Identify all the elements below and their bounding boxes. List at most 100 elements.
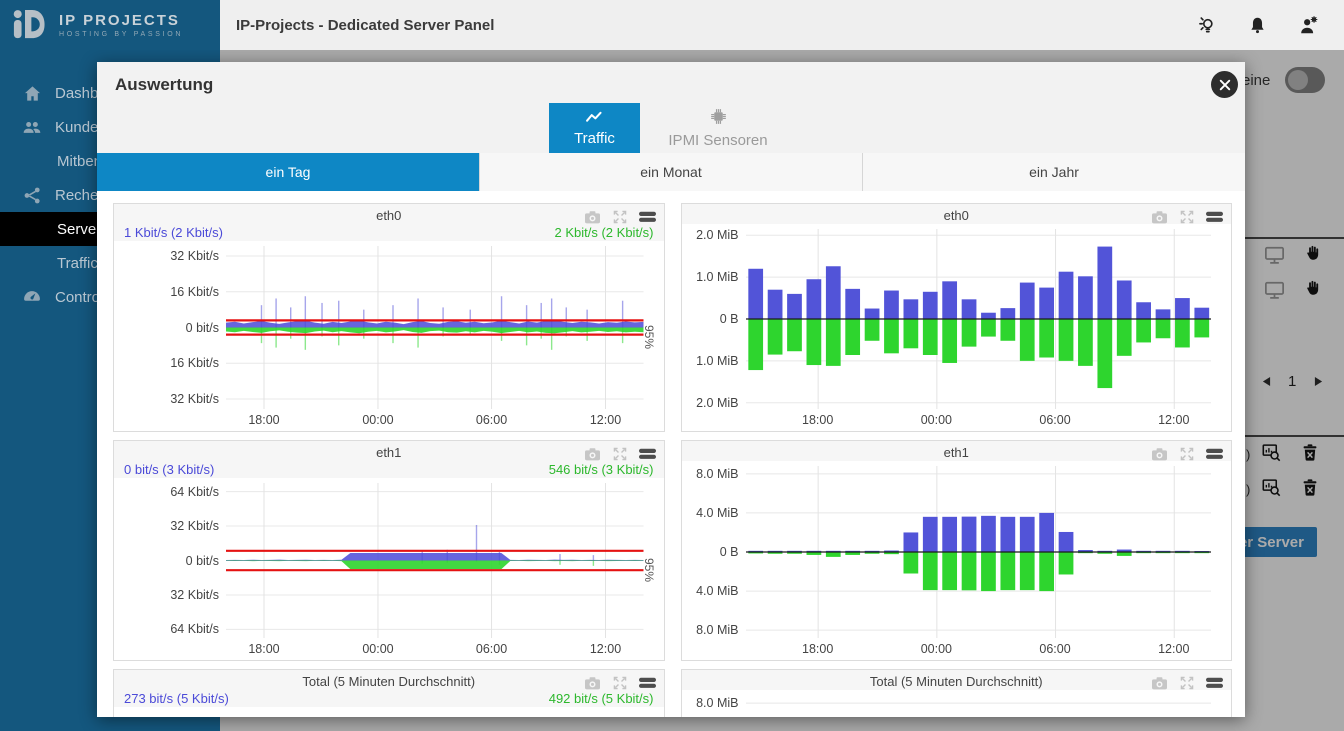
chart-canvas[interactable]: [746, 229, 1212, 409]
chart-menu-icon[interactable]: [639, 448, 656, 460]
chart-header: eth1: [682, 441, 1232, 461]
y-tick-label: 2.0 MiB: [696, 228, 738, 242]
background-toggle-switch[interactable]: [1285, 67, 1325, 93]
chart-menu-icon[interactable]: [1206, 677, 1223, 689]
chart-menu-icon[interactable]: [1206, 448, 1223, 460]
y-tick-label: 32 Kbit/s: [170, 249, 219, 263]
x-tick-label: 06:00: [1039, 642, 1070, 656]
fullscreen-expand-icon[interactable]: [1179, 446, 1195, 462]
x-tick-label: 12:00: [1158, 642, 1189, 656]
x-tick-label: 00:00: [921, 642, 952, 656]
chart-body: 2.0 MiB1.0 MiB0 B1.0 MiB2.0 MiB18:0000:0…: [682, 224, 1232, 431]
chart-canvas[interactable]: [226, 246, 644, 409]
chart-header: eth0: [682, 204, 1232, 224]
pagination-prev-icon[interactable]: [1262, 376, 1271, 387]
chart-toolbar: [1151, 446, 1223, 462]
idea-bulb-icon[interactable]: [1196, 15, 1217, 36]
fullscreen-expand-icon[interactable]: [1179, 675, 1195, 691]
tab-ipmi-sensoren[interactable]: IPMI Sensoren: [640, 103, 796, 153]
line-chart-icon: [585, 110, 604, 127]
fullscreen-expand-icon[interactable]: [612, 675, 628, 691]
share-icon: [22, 186, 42, 205]
outbound-stat: 492 bit/s (5 Kbit/s): [549, 690, 654, 707]
x-tick-label: 18:00: [248, 642, 279, 656]
traffic-analysis-icon[interactable]: [1262, 443, 1281, 462]
fullscreen-expand-icon[interactable]: [1179, 209, 1195, 225]
x-tick-label: 00:00: [921, 413, 952, 427]
y-tick-label: 32 Kbit/s: [170, 392, 219, 406]
chart-title: eth1: [114, 444, 664, 461]
chart-toolbar: [584, 446, 656, 462]
delete-trash-icon[interactable]: [1302, 478, 1318, 496]
snapshot-camera-icon[interactable]: [584, 447, 601, 462]
y-axis-labels: 8.0 MiB4.0 MiB0 B4.0 MiB8.0 MiB: [682, 690, 746, 717]
chart-canvas[interactable]: [746, 466, 1212, 638]
modal-tab-bar: Traffic IPMI Sensoren: [549, 103, 796, 153]
chart-panel-1: eth02.0 MiB1.0 MiB0 B1.0 MiB2.0 MiB18:00…: [681, 203, 1233, 432]
pagination-next-icon[interactable]: [1314, 376, 1323, 387]
x-tick-label: 06:00: [476, 413, 507, 427]
chart-toolbar: [1151, 675, 1223, 691]
plot-wrap: 18:0000:0006:0012:00: [746, 463, 1212, 660]
y-tick-label: 64 Kbit/s: [170, 622, 219, 636]
y-tick-label: 4.0 MiB: [696, 584, 738, 598]
chart-menu-icon[interactable]: [639, 677, 656, 689]
snapshot-camera-icon[interactable]: [584, 676, 601, 691]
chart-header: Total (5 Minuten Durchschnitt)273 bit/s …: [114, 670, 664, 707]
y-tick-label: 32 Kbit/s: [170, 519, 219, 533]
notifications-bell-icon[interactable]: [1247, 15, 1268, 36]
subtab-ein-jahr[interactable]: ein Jahr: [863, 153, 1245, 191]
plot-wrap: [746, 692, 1212, 717]
chart-menu-icon[interactable]: [1206, 211, 1223, 223]
fullscreen-expand-icon[interactable]: [612, 209, 628, 225]
x-tick-label: 18:00: [802, 413, 833, 427]
x-tick-label: 06:00: [1039, 413, 1070, 427]
fullscreen-expand-icon[interactable]: [612, 446, 628, 462]
x-tick-label: 06:00: [476, 642, 507, 656]
gauge-icon: [22, 287, 42, 307]
inbound-stat: 0 bit/s (3 Kbit/s): [124, 461, 214, 478]
plot-wrap: 18:00 00:00 06:00 12:00: [746, 226, 1212, 431]
chart-canvas[interactable]: [226, 712, 644, 717]
logo-subtitle: HOSTING BY PASSION: [59, 31, 183, 38]
pagination-page-number: 1: [1288, 373, 1296, 390]
tab-traffic[interactable]: Traffic: [549, 103, 640, 153]
monitor-icon[interactable]: [1264, 246, 1285, 265]
inbound-stat: 273 bit/s (5 Kbit/s): [124, 690, 229, 707]
chart-title: Total (5 Minuten Durchschnitt): [114, 673, 664, 690]
snapshot-camera-icon[interactable]: [1151, 210, 1168, 225]
chart-title: eth0: [682, 207, 1232, 224]
x-tick-label: 12:00: [1158, 413, 1189, 427]
chart-body: 64 Kbit/s32 Kbit/s0 bit/s32 Kbit/s64 Kbi…: [114, 478, 664, 660]
outbound-stat: 2 Kbit/s (2 Kbit/s): [555, 224, 654, 241]
chart-title: Total (5 Minuten Durchschnitt): [682, 673, 1232, 690]
percentile-95-label: 95%: [642, 558, 656, 582]
sidebar-item-label: Traffic: [57, 255, 98, 272]
chart-stats: 0 bit/s (3 Kbit/s)546 bit/s (3 Kbit/s): [114, 461, 664, 478]
modal-close-button[interactable]: [1211, 71, 1238, 98]
x-tick-label: 18:00: [248, 413, 279, 427]
snapshot-camera-icon[interactable]: [584, 210, 601, 225]
modal-title: Auswertung: [115, 75, 213, 95]
chart-canvas[interactable]: [746, 695, 1212, 717]
plot-wrap: [226, 709, 644, 717]
user-settings-icon[interactable]: [1298, 14, 1320, 36]
chart-canvas[interactable]: [226, 483, 644, 638]
traffic-analysis-icon[interactable]: [1262, 478, 1281, 497]
subtab-ein-tag[interactable]: ein Tag: [97, 153, 480, 191]
chart-stats: 273 bit/s (5 Kbit/s) 492 bit/s (5 Kbit/s): [114, 690, 664, 707]
snapshot-camera-icon[interactable]: [1151, 676, 1168, 691]
logo-title: IP PROJECTS: [59, 12, 183, 29]
app-logo[interactable]: IP PROJECTS HOSTING BY PASSION: [0, 0, 220, 50]
subtab-ein-monat[interactable]: ein Monat: [480, 153, 863, 191]
hand-stop-icon[interactable]: [1304, 243, 1321, 263]
chart-menu-icon[interactable]: [639, 211, 656, 223]
toggle-label: eine: [1242, 72, 1270, 89]
y-tick-label: 0 B: [720, 312, 739, 326]
snapshot-camera-icon[interactable]: [1151, 447, 1168, 462]
hand-stop-icon[interactable]: [1304, 278, 1321, 298]
clipped-text-fragment: ): [1246, 482, 1250, 497]
monitor-icon[interactable]: [1264, 281, 1285, 300]
delete-trash-icon[interactable]: [1302, 443, 1318, 461]
charts-grid: eth01 Kbit/s (2 Kbit/s)2 Kbit/s (2 Kbit/…: [97, 191, 1245, 717]
